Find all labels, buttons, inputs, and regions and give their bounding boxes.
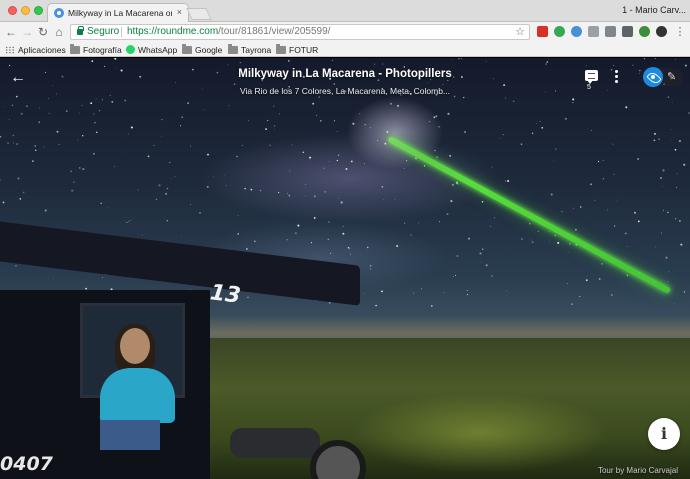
comment-icon xyxy=(585,70,598,84)
dropbox-ext-icon[interactable] xyxy=(588,26,599,37)
bookmark-label: Aplicaciones xyxy=(18,44,66,55)
profile-name[interactable]: 1 - Mario Carv... xyxy=(622,5,686,15)
bookmark-star-icon[interactable]: ☆ xyxy=(515,25,525,38)
bookmark-label: FOTUR xyxy=(289,44,319,55)
comments-button[interactable]: 5 xyxy=(585,70,599,94)
lock-icon[interactable] xyxy=(77,26,84,35)
minimize-window-button[interactable] xyxy=(21,6,30,15)
forward-arrow-icon[interactable]: → xyxy=(20,25,34,39)
reload-icon[interactable]: ↻ xyxy=(36,25,50,39)
credit-author[interactable]: Mario Carvajal xyxy=(626,466,678,475)
bookmark-whatsapp[interactable]: WhatsApp xyxy=(126,44,177,55)
chrome-menu-icon[interactable]: ⋮ xyxy=(673,25,687,39)
profile-ext-icon[interactable] xyxy=(656,26,667,37)
folder-icon xyxy=(276,43,286,54)
url-text[interactable]: https://roundme.com/tour/81861/view/2055… xyxy=(127,26,330,37)
bookmark-label: Google xyxy=(195,44,223,55)
w-ext-icon[interactable] xyxy=(571,26,582,37)
bookmark-label: Fotografía xyxy=(83,44,122,55)
new-tab-button[interactable] xyxy=(186,8,212,20)
motorcycle xyxy=(200,428,370,479)
maximize-window-button[interactable] xyxy=(34,6,43,15)
folder-icon xyxy=(70,43,80,54)
bookmark-apps[interactable]: Aplicaciones xyxy=(5,44,66,55)
credit-prefix: Tour by xyxy=(597,466,625,475)
bookmark-label: Tayrona xyxy=(241,44,272,55)
gmail-ext-icon[interactable] xyxy=(537,26,548,37)
bookmark-label: WhatsApp xyxy=(138,44,178,55)
url-host: https://roundme.com xyxy=(127,26,219,37)
back-arrow-icon[interactable]: ← xyxy=(4,25,18,39)
info-button[interactable]: i xyxy=(648,418,680,450)
roundme-favicon-icon xyxy=(54,8,64,18)
close-window-button[interactable] xyxy=(8,6,17,15)
plate-number: 0407 xyxy=(0,453,53,475)
browser-toolbar: ← → ↻ ⌂ Seguro https://roundme.com/tour/… xyxy=(0,22,690,42)
comments-count: 5 xyxy=(587,84,591,91)
active-tab[interactable]: Milkyway in La Macarena on Ro × xyxy=(47,3,189,22)
view-mode-toggle[interactable]: ✎ xyxy=(643,67,683,87)
whatsapp-icon xyxy=(126,45,135,54)
bookmarks-bar: Aplicaciones Fotografía WhatsApp Google … xyxy=(0,42,690,57)
apps-icon xyxy=(5,45,15,54)
folder-icon xyxy=(228,43,238,54)
pencil-icon[interactable]: ✎ xyxy=(667,70,679,84)
secure-label[interactable]: Seguro xyxy=(87,26,119,37)
tab-close-icon[interactable]: × xyxy=(177,7,182,17)
panorama-viewer[interactable]: 13 0407 ← Milkyway in La Macarena - Phot… xyxy=(0,58,690,479)
tour-credit[interactable]: Tour by Mario Carvajal xyxy=(598,466,678,475)
eye-icon[interactable] xyxy=(643,67,663,87)
tuktuk-number: 13 xyxy=(208,280,243,309)
globe-ext-icon[interactable] xyxy=(639,26,650,37)
bookmark-fotur[interactable]: FOTUR xyxy=(276,43,319,55)
address-bar[interactable]: Seguro https://roundme.com/tour/81861/vi… xyxy=(70,24,530,40)
green-ext-icon[interactable] xyxy=(554,26,565,37)
bookmark-tayrona[interactable]: Tayrona xyxy=(228,43,272,55)
woman-in-tuktuk xyxy=(100,324,175,450)
bookmark-google[interactable]: Google xyxy=(182,43,223,55)
tab-bar: Milkyway in La Macarena on Ro × 1 - Mari… xyxy=(0,0,690,22)
cast-ext-icon[interactable] xyxy=(605,26,616,37)
home-icon[interactable]: ⌂ xyxy=(52,25,66,39)
url-separator xyxy=(121,27,122,37)
bookmark-fotografia[interactable]: Fotografía xyxy=(70,43,122,55)
pulse-ext-icon[interactable] xyxy=(622,26,633,37)
url-path: /tour/81861/view/205599/ xyxy=(218,26,331,37)
more-options-icon[interactable] xyxy=(614,70,620,84)
tab-title: Milkyway in La Macarena on Ro xyxy=(68,8,172,18)
folder-icon xyxy=(182,43,192,54)
